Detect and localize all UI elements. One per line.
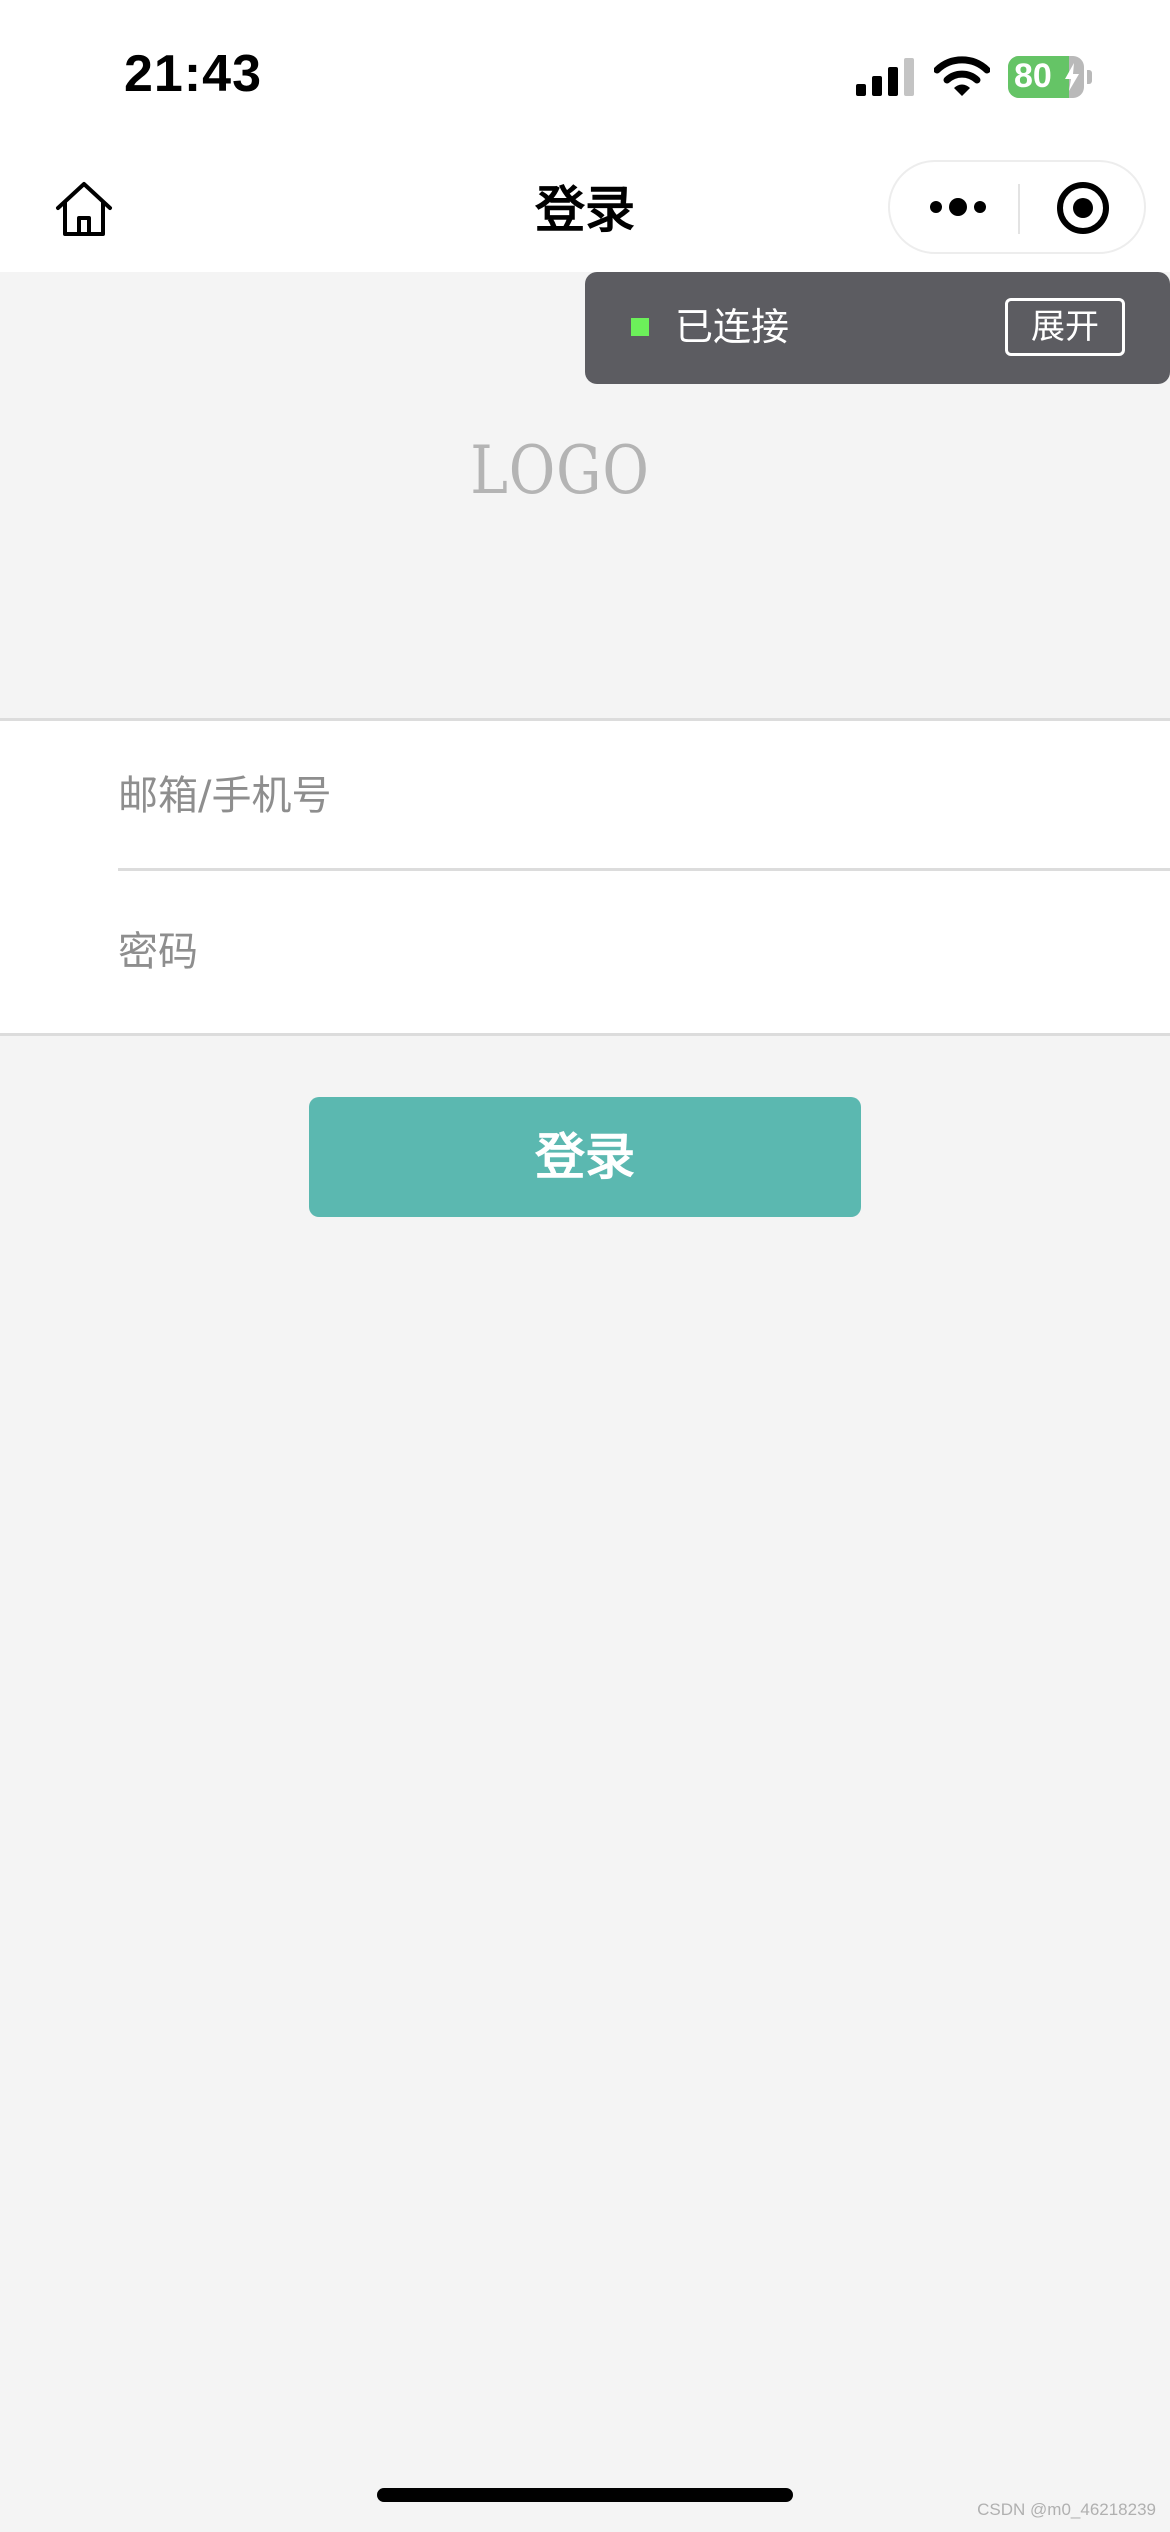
connection-status-toast: 已连接 展开 (585, 272, 1170, 384)
status-time: 21:43 (124, 45, 262, 103)
connected-status-dot (631, 318, 649, 336)
connection-status-label: 已连接 (675, 305, 790, 349)
watermark: CSDN @m0_46218239 (977, 2500, 1156, 2519)
miniprogram-capsule (888, 160, 1146, 254)
battery-level: 80 (1014, 57, 1052, 95)
battery-indicator: 80 (1008, 56, 1092, 98)
login-button[interactable]: 登录 (309, 1097, 861, 1217)
home-indicator (377, 2488, 793, 2502)
charging-bolt-icon (1065, 63, 1079, 91)
navigation-bar: 登录 (0, 148, 1170, 272)
wifi-icon (934, 56, 990, 96)
password-input[interactable]: 密码 (118, 877, 1170, 1027)
capsule-divider (1018, 184, 1020, 234)
cellular-signal-icon (856, 58, 914, 96)
close-miniprogram-icon[interactable] (1056, 181, 1110, 235)
expand-button[interactable]: 展开 (1005, 298, 1125, 356)
app-logo: LOGO (470, 432, 650, 509)
account-input[interactable]: 邮箱/手机号 (118, 721, 1170, 871)
login-form: 邮箱/手机号 密码 (0, 718, 1170, 1036)
status-bar: 21:43 80 (0, 0, 1170, 148)
more-dots-icon[interactable] (928, 189, 988, 225)
